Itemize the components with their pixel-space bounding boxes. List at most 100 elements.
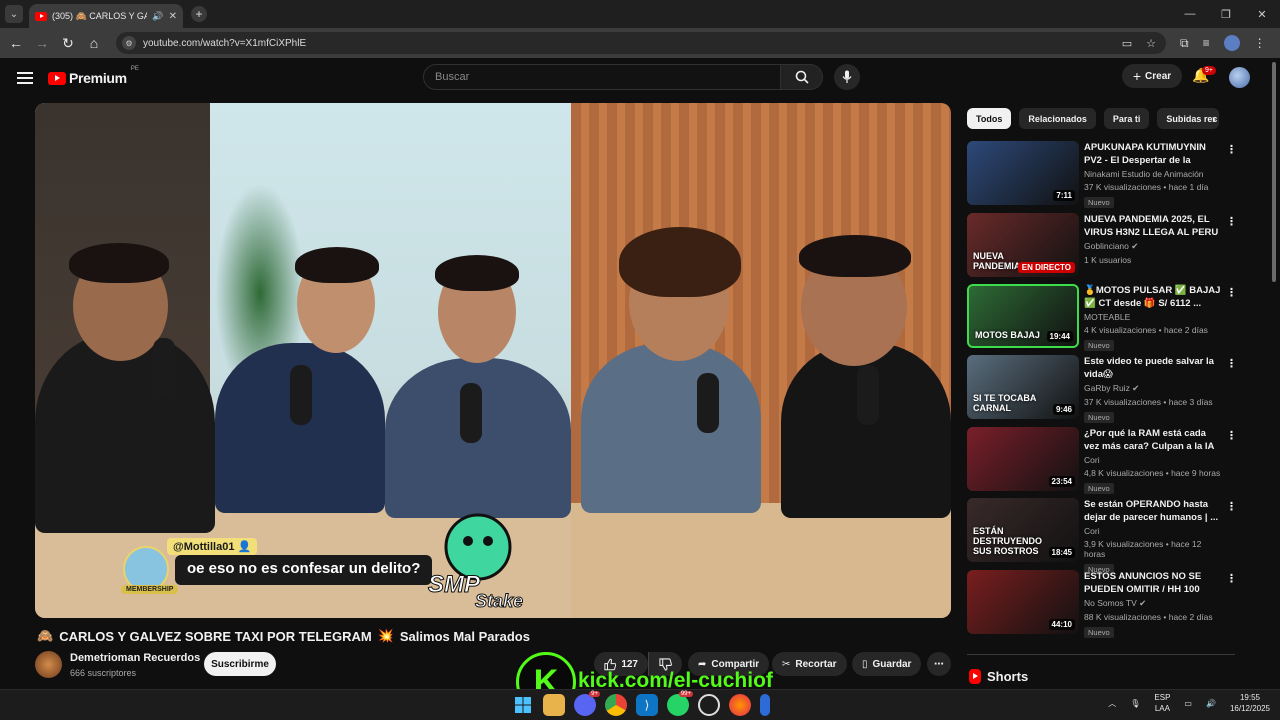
more-options-icon[interactable]: ⋮ [1226, 143, 1237, 156]
subscribe-button[interactable]: Suscribirme [204, 652, 276, 676]
file-explorer-icon[interactable] [543, 694, 565, 716]
recommendation-card[interactable]: MOTOS BAJAJ 19:44 🥇MOTOS PULSAR ✅ BAJAJ ✅ … [967, 284, 1237, 351]
tray-microphone-icon[interactable]: 🎙 [1130, 699, 1140, 708]
discord-icon[interactable]: 9+ [574, 691, 600, 716]
voice-search-button[interactable] [834, 64, 860, 90]
vscode-icon[interactable]: ⟩ [636, 694, 658, 716]
site-info-icon[interactable]: ⚙ [122, 36, 136, 50]
close-tab-icon[interactable]: ✕ [169, 11, 177, 22]
chip-relacionados[interactable]: Relacionados [1019, 108, 1096, 129]
reload-icon[interactable]: ↻ [56, 31, 80, 55]
home-icon[interactable]: ⌂ [82, 31, 106, 55]
recommendation-card[interactable]: 7:11 APUKUNAPA KUTIMUYNIN PV2 - El Desper… [967, 141, 1237, 208]
address-bar[interactable]: ⚙ youtube.com/watch?v=X1mfCiXPhlE ▭ ☆ [116, 32, 1166, 54]
video-thumbnail[interactable]: NUEVA PANDEMIA EN DIRECTO [967, 213, 1079, 277]
create-button[interactable]: + Crear [1122, 64, 1182, 88]
cast-icon[interactable]: ▭ [1122, 37, 1132, 50]
minimize-icon[interactable]: — [1172, 0, 1208, 28]
more-actions-button[interactable]: ⋯ [927, 652, 951, 676]
more-options-icon[interactable]: ⋮ [1226, 286, 1237, 299]
browser-tab-youtube[interactable]: (305) 🙈 CARLOS Y GALVEZ 🔊 ✕ [29, 4, 183, 28]
recommendation-channel[interactable]: GaRby Ruiz ✔ [1084, 383, 1222, 394]
duration-label: 44:10 [1048, 619, 1075, 630]
chip-para-ti[interactable]: Para ti [1103, 108, 1150, 129]
chevron-right-icon[interactable]: › [1212, 112, 1216, 126]
recommendation-title[interactable]: NUEVA PANDEMIA 2025, EL VIRUS H3N2 LLEGA… [1084, 213, 1222, 239]
chip-subidas-recientes[interactable]: Subidas rec [1157, 108, 1220, 129]
browser-menu-icon[interactable]: ⋮ [1254, 36, 1266, 50]
recommendation-card[interactable]: SI TE TOCABA CARNAL 9:46 Este video te pue… [967, 355, 1237, 423]
clock[interactable]: 19:55 16/12/2025 [1230, 692, 1270, 714]
video-title-text: CARLOS Y GALVEZ SOBRE TAXI POR TELEGRAM [59, 628, 372, 644]
language-indicator[interactable]: ESP LAA [1154, 692, 1170, 714]
speaker-icon[interactable]: 🔊 [152, 11, 163, 22]
recommendation-card[interactable]: NUEVA PANDEMIA EN DIRECTO NUEVA PANDEMIA 2… [967, 213, 1237, 279]
new-badge: Nuevo [1084, 483, 1114, 494]
recommendation-title[interactable]: Este video te puede salvar la vida😱 [1084, 355, 1222, 381]
recommendation-title[interactable]: APUKUNAPA KUTIMUYNIN PV2 - El Despertar … [1084, 141, 1222, 167]
recommendation-channel[interactable]: Ninakami Estudio de Animación [1084, 169, 1222, 179]
video-player[interactable]: MEMBERSHIP @Mottilla01 👤 oe eso no es co… [35, 103, 951, 618]
recommendation-channel[interactable]: No Somos TV ✔ [1084, 598, 1222, 609]
recommendation-title[interactable]: ESTOS ANUNCIOS NO SE PUEDEN OMITIR / HH … [1084, 570, 1222, 596]
extensions-icon[interactable]: ⧉ [1180, 36, 1189, 51]
recommendation-title[interactable]: ¿Por qué la RAM está cada vez más cara? … [1084, 427, 1222, 453]
new-tab-button[interactable]: + [191, 6, 207, 22]
search-input[interactable]: Buscar [423, 64, 781, 90]
whatsapp-badge: 99+ [678, 691, 693, 697]
video-thumbnail[interactable]: 44:10 [967, 570, 1079, 634]
chip-todos[interactable]: Todos [967, 108, 1012, 129]
video-thumbnail[interactable]: 7:11 [967, 141, 1079, 205]
shorts-label: Shorts [987, 669, 1029, 684]
recommendation-card[interactable]: 44:10 ESTOS ANUNCIOS NO SE PUEDEN OMITIR … [967, 570, 1237, 638]
recommendation-title[interactable]: Se están OPERANDO hasta dejar de parecer… [1084, 498, 1222, 524]
page-scrollbar[interactable] [1272, 62, 1276, 282]
windows-start-icon[interactable] [512, 694, 534, 716]
recommendation-card[interactable]: 23:54 ¿Por qué la RAM está cada vez más c… [967, 427, 1237, 494]
media-controls-icon[interactable]: ≡ [1203, 36, 1210, 50]
menu-icon[interactable] [17, 72, 33, 84]
recommendation-channel[interactable]: Cori [1084, 526, 1222, 536]
restore-icon[interactable]: ❐ [1208, 0, 1244, 28]
app-icon[interactable] [760, 694, 770, 716]
browser-profile-avatar[interactable] [1223, 35, 1240, 51]
notifications-badge: 9+ [1202, 66, 1216, 75]
video-thumbnail[interactable]: ESTÁN DESTRUYENDO SUS ROSTROS 18:45 [967, 498, 1079, 562]
youtube-premium-logo[interactable]: Premium PE [48, 66, 139, 86]
network-icon[interactable]: ▭ [1184, 699, 1192, 708]
recommendation-channel[interactable]: MOTEABLE [1084, 312, 1222, 322]
bookmark-icon: ▯ [862, 658, 868, 670]
firefox-icon[interactable] [729, 694, 751, 716]
save-button[interactable]: ▯ Guardar [852, 652, 922, 676]
channel-avatar[interactable] [35, 651, 62, 678]
account-avatar[interactable] [1229, 67, 1250, 88]
video-thumbnail[interactable]: SI TE TOCABA CARNAL 9:46 [967, 355, 1079, 419]
chrome-icon[interactable] [605, 694, 627, 716]
channel-name[interactable]: Demetrioman Recuerdos [70, 652, 200, 664]
more-options-icon[interactable]: ⋮ [1226, 572, 1237, 585]
more-options-icon[interactable]: ⋮ [1226, 429, 1237, 442]
whatsapp-icon[interactable]: 99+ [667, 691, 693, 716]
back-icon[interactable]: ← [4, 31, 28, 55]
bookmark-star-icon[interactable]: ☆ [1146, 37, 1156, 50]
windows-taskbar: 9+ ⟩ 99+ ︿ 🎙 ESP LAA ▭ 🔊 19:55 16/12/202… [0, 689, 1280, 720]
recommendation-channel[interactable]: Goblinciano ✔ [1084, 241, 1222, 252]
recommendation-card[interactable]: ESTÁN DESTRUYENDO SUS ROSTROS 18:45 Se est… [967, 498, 1237, 575]
recommendation-channel[interactable]: Cori [1084, 455, 1222, 465]
more-options-icon[interactable]: ⋮ [1226, 215, 1237, 228]
like-count: 127 [621, 658, 638, 670]
recommendation-title[interactable]: 🥇MOTOS PULSAR ✅ BAJAJ ✅ CT desde 🎁 S/ 61… [1084, 284, 1222, 310]
more-options-icon[interactable]: ⋮ [1226, 357, 1237, 370]
clip-label: Recortar [795, 658, 837, 670]
tab-search-button[interactable]: ⌄ [5, 5, 23, 23]
obs-icon[interactable] [698, 694, 720, 716]
volume-icon[interactable]: 🔊 [1206, 699, 1216, 708]
video-thumbnail[interactable]: MOTOS BAJAJ 19:44 [967, 284, 1079, 348]
tray-chevron-icon[interactable]: ︿ [1108, 698, 1116, 709]
clip-button[interactable]: ✂ Recortar [772, 652, 847, 676]
search-button[interactable] [781, 64, 823, 90]
forward-icon[interactable]: → [30, 31, 54, 55]
close-window-icon[interactable]: ✕ [1244, 0, 1280, 28]
video-thumbnail[interactable]: 23:54 [967, 427, 1079, 491]
more-options-icon[interactable]: ⋮ [1226, 500, 1237, 513]
